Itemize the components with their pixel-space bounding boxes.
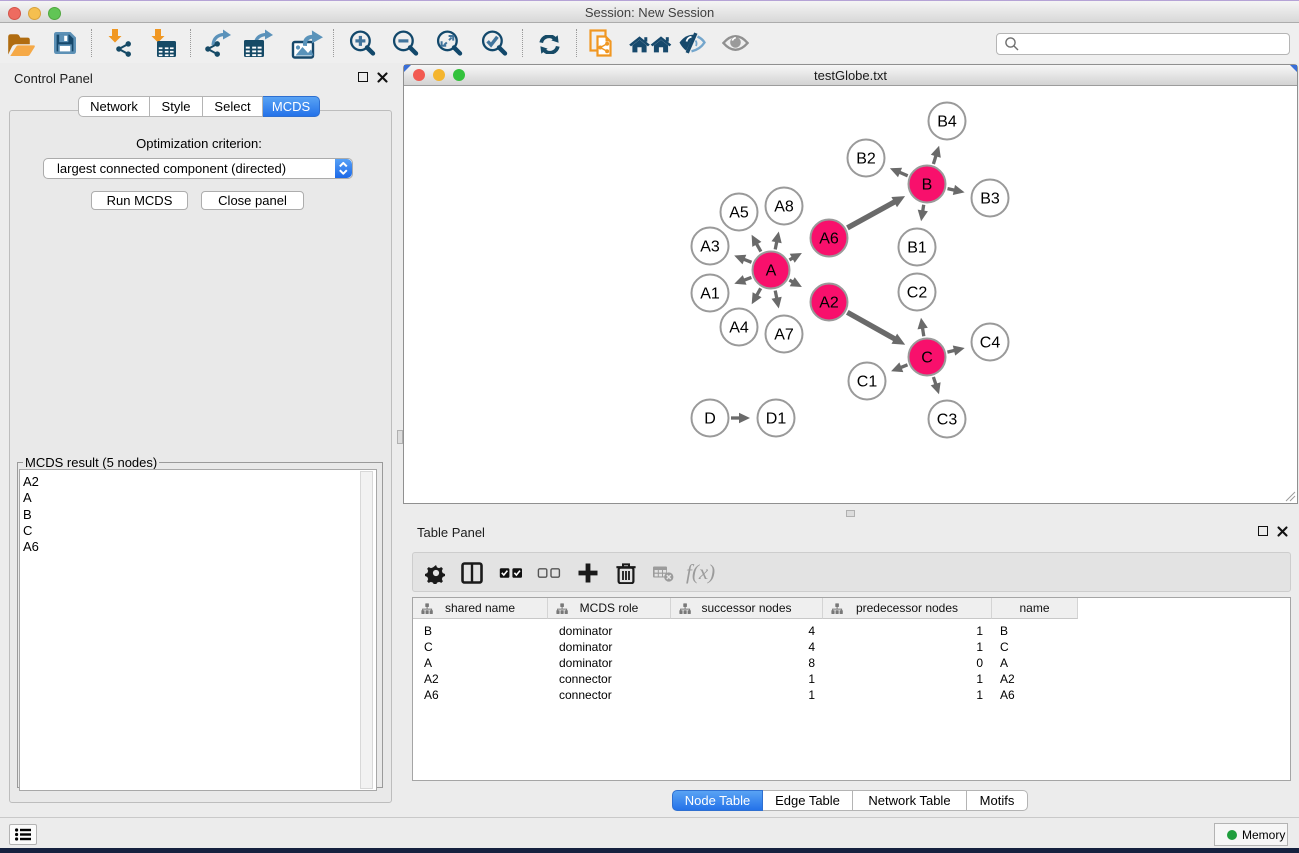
svg-text:B: B bbox=[922, 177, 933, 194]
svg-text:A7: A7 bbox=[774, 327, 794, 344]
svg-text:A8: A8 bbox=[774, 199, 794, 216]
svg-text:A2: A2 bbox=[819, 295, 839, 312]
svg-text:C: C bbox=[921, 350, 933, 367]
svg-text:A5: A5 bbox=[729, 205, 749, 222]
svg-text:B3: B3 bbox=[980, 191, 1000, 208]
svg-text:A4: A4 bbox=[729, 320, 749, 337]
svg-text:C1: C1 bbox=[857, 374, 878, 391]
svg-text:A6: A6 bbox=[819, 231, 839, 248]
svg-text:A: A bbox=[766, 263, 777, 280]
svg-text:C4: C4 bbox=[980, 335, 1001, 352]
svg-text:B1: B1 bbox=[907, 240, 927, 257]
svg-text:C3: C3 bbox=[937, 412, 958, 429]
svg-text:B2: B2 bbox=[856, 151, 876, 168]
svg-text:D1: D1 bbox=[766, 411, 787, 428]
svg-text:D: D bbox=[704, 411, 716, 428]
svg-text:C2: C2 bbox=[907, 285, 928, 302]
svg-text:A3: A3 bbox=[700, 239, 720, 256]
svg-text:A1: A1 bbox=[700, 286, 720, 303]
svg-text:B4: B4 bbox=[937, 114, 957, 131]
